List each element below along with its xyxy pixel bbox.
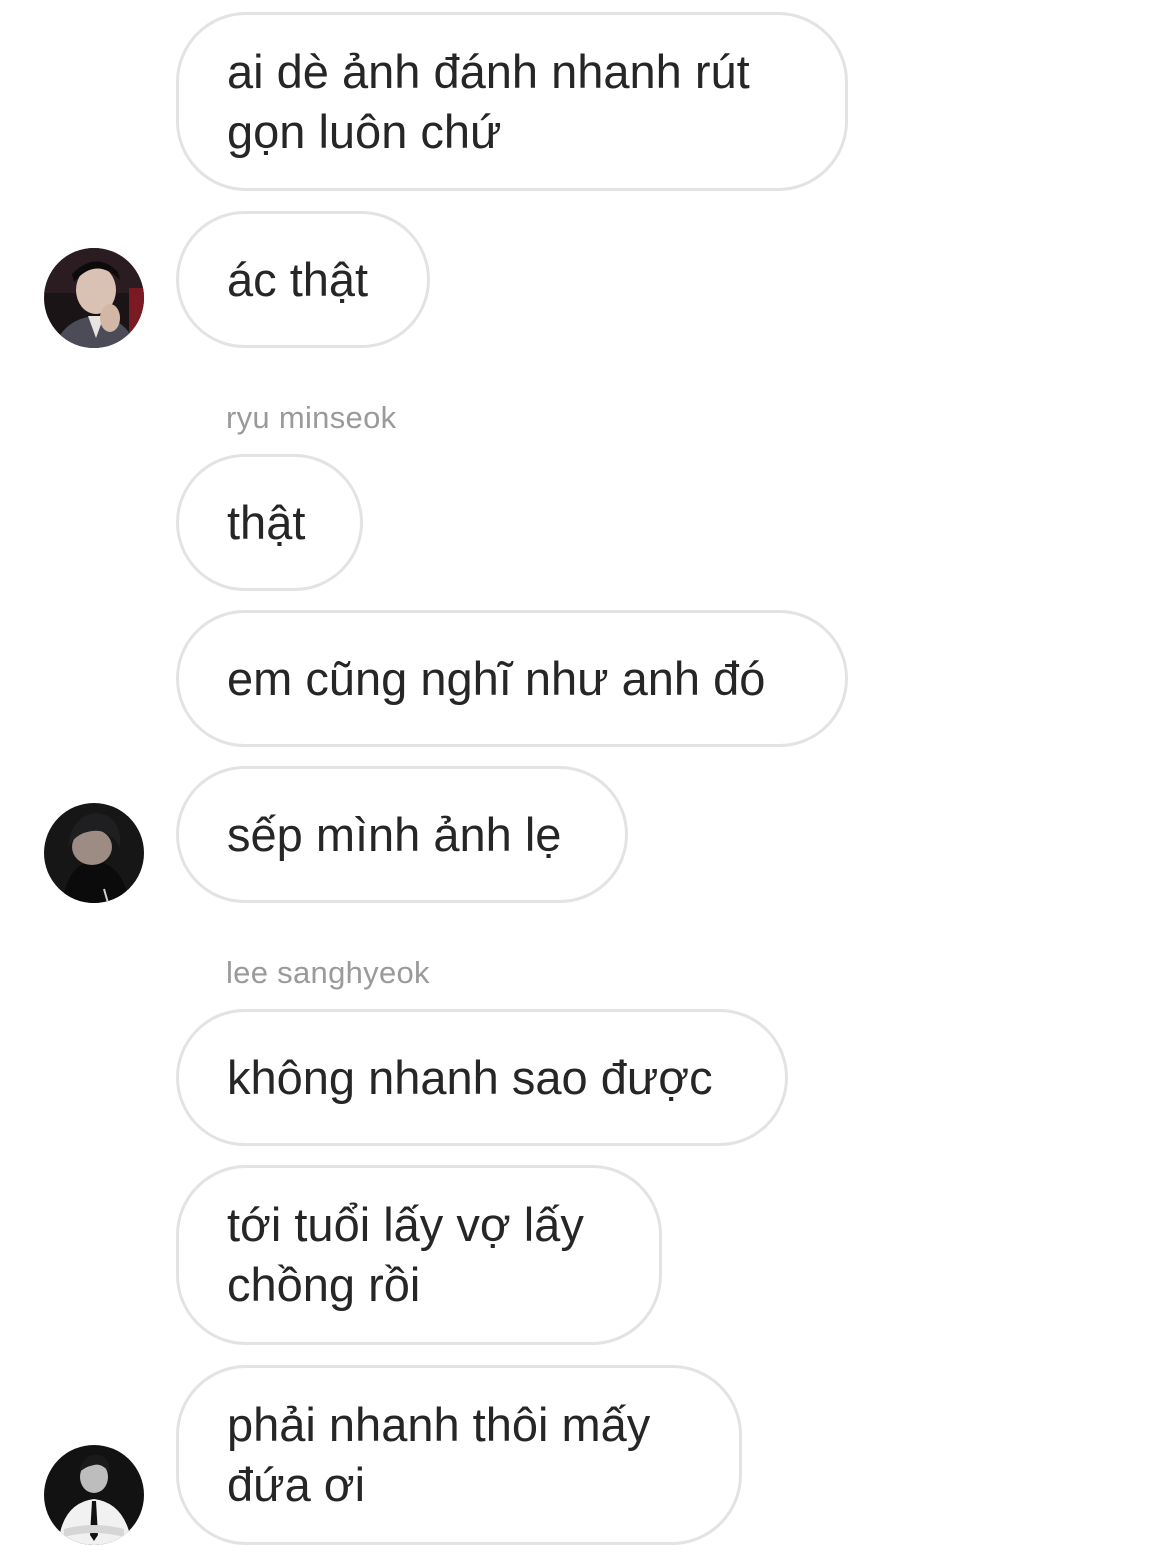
message-text: ai dè ảnh đánh nhanh rút gọn luôn chứ bbox=[227, 44, 750, 158]
message-text: tới tuổi lấy vợ lấy chồng rồi bbox=[227, 1198, 584, 1311]
message-bubble[interactable]: ác thật bbox=[176, 211, 430, 348]
message-bubble[interactable]: thật bbox=[176, 454, 363, 591]
message-text: ác thật bbox=[227, 252, 369, 306]
profile-photo-icon bbox=[44, 248, 144, 348]
sender-avatar[interactable] bbox=[44, 248, 144, 348]
sender-avatar[interactable] bbox=[44, 1445, 144, 1545]
message-bubble[interactable]: em cũng nghĩ như anh đó bbox=[176, 610, 848, 747]
sender-name: lee sanghyeok bbox=[226, 955, 430, 990]
message-text: không nhanh sao được bbox=[227, 1050, 713, 1104]
message-bubble[interactable]: ai dè ảnh đánh nhanh rút gọn luôn chứ bbox=[176, 12, 848, 191]
message-bubble[interactable]: tới tuổi lấy vợ lấy chồng rồi bbox=[176, 1165, 662, 1345]
message-bubble[interactable]: phải nhanh thôi mấy đứa ơi bbox=[176, 1365, 742, 1545]
message-text: thật bbox=[227, 495, 306, 549]
message-text: em cũng nghĩ như anh đó bbox=[227, 651, 766, 705]
sender-name: ryu minseok bbox=[226, 400, 397, 435]
message-bubble[interactable]: không nhanh sao được bbox=[176, 1009, 788, 1146]
profile-photo-icon bbox=[44, 1445, 144, 1545]
message-bubble[interactable]: sếp mình ảnh lẹ bbox=[176, 766, 628, 903]
profile-photo-icon bbox=[44, 803, 144, 903]
sender-avatar[interactable] bbox=[44, 803, 144, 903]
message-text: phải nhanh thôi mấy đứa ơi bbox=[227, 1398, 651, 1511]
message-text: sếp mình ảnh lẹ bbox=[227, 807, 562, 861]
